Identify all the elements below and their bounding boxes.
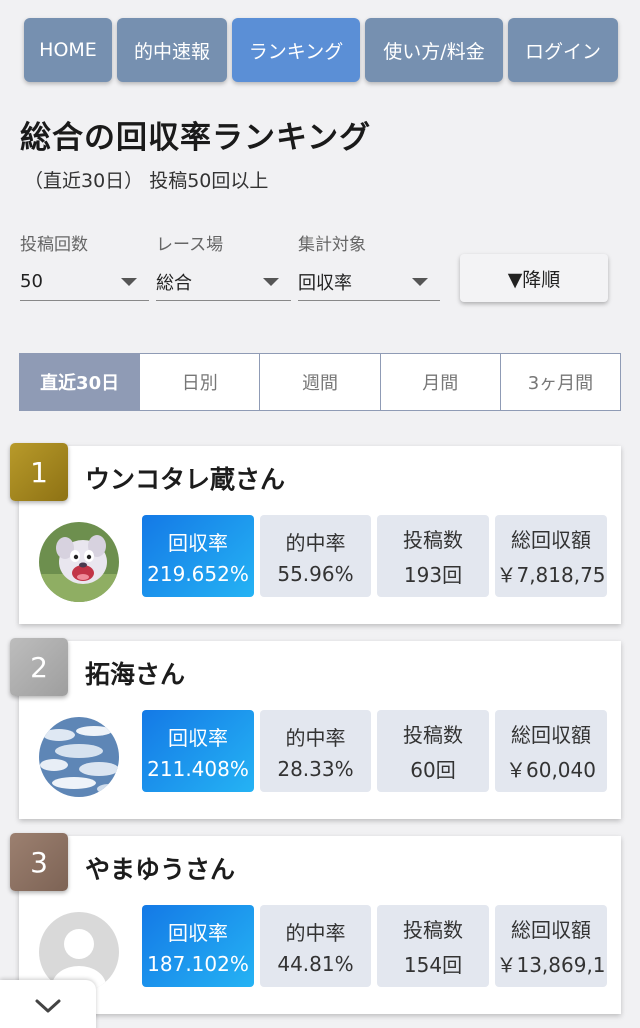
hit-rate-stat: 的中率 44.81% [260, 905, 371, 987]
nav-hit-news-button[interactable]: 的中速報 [117, 18, 227, 82]
nav-usage-pricing-button[interactable]: 使い方/料金 [365, 18, 503, 82]
total-return-stat: 総回収額 ￥13,869,1 [495, 905, 607, 987]
return-rate-value: 211.408% [147, 756, 249, 781]
rank-badge: 1 [10, 443, 68, 501]
hit-rate-value: 44.81% [277, 951, 354, 976]
tab-weekly[interactable]: 週間 [259, 354, 379, 410]
tab-3-months[interactable]: 3ヶ月間 [499, 354, 620, 410]
hit-rate-stat: 的中率 28.33% [260, 710, 371, 792]
total-return-value: ￥7,818,75 [496, 563, 606, 587]
chevron-down-icon [35, 999, 61, 1013]
post-count-stat: 投稿数 154回 [377, 905, 489, 987]
venue-filter[interactable]: レース場 総合 [156, 230, 291, 301]
venue-label: レース場 [156, 235, 224, 255]
return-rate-stat: 回収率 211.408% [142, 710, 254, 792]
nav-login-button[interactable]: ログイン [508, 18, 618, 82]
total-return-stat: 総回収額 ￥60,040 [495, 710, 607, 792]
post-count-label: 投稿回数 [20, 235, 88, 255]
hit-rate-value: 55.96% [277, 561, 354, 586]
return-rate-value: 187.102% [147, 951, 249, 976]
user-name[interactable]: 拓海さん [85, 655, 185, 691]
avatar[interactable] [39, 717, 119, 797]
user-name[interactable]: やまゆうさん [85, 850, 235, 886]
sort-order-button[interactable]: ▼降順 [460, 254, 608, 302]
return-rate-label: 回収率 [168, 530, 228, 555]
ranking-card-3[interactable]: 3 やまゆうさん 回収率 187.102% 的中率 44.81% 投稿数 154… [10, 833, 621, 1014]
tab-daily[interactable]: 日別 [139, 354, 259, 410]
nav-home-button[interactable]: HOME [24, 18, 112, 82]
post-count-stat-label: 投稿数 [403, 528, 463, 552]
hit-rate-label: 的中率 [285, 920, 346, 945]
sky-photo-icon [39, 717, 119, 797]
page-subtitle: （直近30日） 投稿50回以上 [24, 170, 269, 192]
avatar[interactable] [39, 522, 119, 602]
post-count-select[interactable]: 50 [20, 263, 149, 301]
period-tabs: 直近30日 日別 週間 月間 3ヶ月間 [19, 353, 621, 411]
venue-select[interactable]: 総合 [156, 263, 291, 301]
post-count-stat: 投稿数 193回 [377, 515, 489, 597]
post-count-stat-value: 193回 [403, 563, 463, 587]
top-nav: HOME 的中速報 ランキング 使い方/料金 ログイン [24, 18, 618, 82]
page-title: 総合の回収率ランキング [20, 120, 372, 156]
hit-rate-value: 28.33% [277, 756, 354, 781]
target-label: 集計対象 [298, 235, 366, 255]
tab-monthly[interactable]: 月間 [379, 354, 500, 410]
total-return-label: 総回収額 [511, 723, 591, 747]
ranking-card-2[interactable]: 2 拓海さん 回収率 211.408% 的中率 28.33% 投稿数 60回 総… [10, 638, 621, 819]
ranking-card-1[interactable]: 1 ウンコタレ蔵さん 回収率 219.652% 的中率 55.96% 投稿数 1… [10, 443, 621, 624]
return-rate-value: 219.652% [147, 561, 249, 586]
post-count-value: 50 [20, 271, 43, 292]
return-rate-stat: 回収率 187.102% [142, 905, 254, 987]
hit-rate-stat: 的中率 55.96% [260, 515, 371, 597]
target-value: 回収率 [298, 272, 352, 294]
scroll-toggle-button[interactable] [0, 980, 96, 1028]
venue-value: 総合 [156, 272, 192, 294]
return-rate-label: 回収率 [168, 920, 228, 945]
post-count-stat: 投稿数 60回 [377, 710, 489, 792]
return-rate-label: 回収率 [168, 725, 228, 750]
post-count-filter[interactable]: 投稿回数 50 [20, 230, 149, 301]
nav-ranking-button[interactable]: ランキング [232, 18, 360, 82]
rank-badge: 2 [10, 638, 68, 696]
target-filter[interactable]: 集計対象 回収率 [298, 230, 440, 301]
total-return-stat: 総回収額 ￥7,818,75 [495, 515, 607, 597]
chevron-down-icon [263, 277, 279, 286]
hit-rate-label: 的中率 [285, 725, 346, 750]
total-return-label: 総回収額 [511, 918, 591, 942]
post-count-stat-label: 投稿数 [403, 918, 463, 942]
total-return-label: 総回収額 [511, 528, 591, 552]
return-rate-stat: 回収率 219.652% [142, 515, 254, 597]
rank-badge: 3 [10, 833, 68, 891]
post-count-stat-value: 154回 [403, 953, 463, 977]
post-count-stat-value: 60回 [410, 758, 456, 782]
target-select[interactable]: 回収率 [298, 263, 440, 301]
cartoon-character-icon [39, 522, 119, 602]
chevron-down-icon [121, 277, 137, 286]
user-name[interactable]: ウンコタレ蔵さん [85, 460, 285, 496]
post-count-stat-label: 投稿数 [403, 723, 463, 747]
tab-last-30-days[interactable]: 直近30日 [20, 354, 140, 410]
total-return-value: ￥60,040 [506, 758, 596, 782]
hit-rate-label: 的中率 [285, 530, 346, 555]
total-return-value: ￥13,869,1 [496, 953, 606, 977]
chevron-down-icon [412, 277, 428, 286]
